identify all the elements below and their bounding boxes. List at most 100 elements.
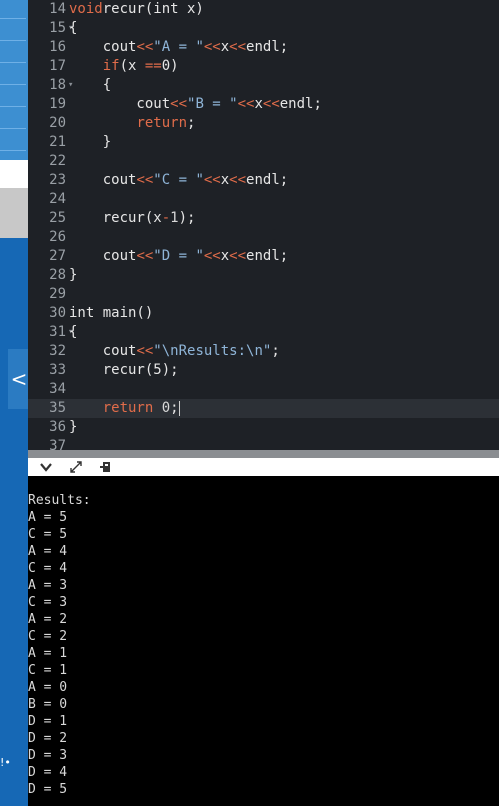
line-number: 26	[49, 229, 66, 245]
code-line[interactable]: 28}	[28, 266, 499, 285]
output-line: B = 0	[28, 697, 68, 712]
code-line[interactable]: 33 recur(5);	[28, 361, 499, 380]
output-line: C = 4	[28, 561, 68, 576]
code-line[interactable]: 37	[28, 437, 499, 450]
code-text: recur(5);	[69, 362, 179, 378]
output-line: D = 3	[28, 748, 68, 763]
code-line[interactable]: 15 ▾{	[28, 19, 499, 38]
line-number: 33	[49, 362, 66, 378]
line-number: 28	[49, 267, 66, 283]
output-line: A = 1	[28, 646, 68, 661]
line-number: 14	[49, 1, 66, 17]
code-text: voidrecur(int x)	[69, 1, 204, 17]
divider	[0, 40, 26, 41]
divider	[0, 128, 26, 129]
output-line: Results:	[28, 493, 91, 508]
code-text: {	[69, 324, 78, 340]
line-number: 17	[49, 58, 66, 74]
output-line: D = 1	[28, 714, 68, 729]
line-number: 37	[49, 438, 66, 450]
code-text: }	[69, 267, 78, 283]
line-number: 30	[49, 305, 66, 321]
panel-blue-block	[0, 238, 28, 806]
divider	[0, 62, 26, 63]
output-line: A = 0	[28, 680, 68, 695]
text-cursor	[178, 400, 180, 416]
output-line: A = 3	[28, 578, 68, 593]
line-number: 31	[49, 324, 66, 340]
code-line[interactable]: 30 int main()	[28, 304, 499, 323]
code-line[interactable]: 31 ▾{	[28, 323, 499, 342]
code-line[interactable]: 14 voidrecur(int x)	[28, 0, 499, 19]
line-number: 19	[49, 96, 66, 112]
code-line[interactable]: 22	[28, 152, 499, 171]
line-number: 20	[49, 115, 66, 131]
debug-icon[interactable]	[98, 460, 114, 474]
code-line[interactable]: 26	[28, 228, 499, 247]
line-number: 27	[49, 248, 66, 264]
collapse-panel-button[interactable]: <	[8, 349, 30, 409]
code-line[interactable]: 20 return;	[28, 114, 499, 133]
line-number: 18	[49, 77, 66, 93]
line-number: 29	[49, 286, 66, 302]
code-text: cout<<"B = "<<x<<endl;	[69, 96, 322, 112]
code-line[interactable]: 16 cout<<"A = "<<x<<endl;	[28, 38, 499, 57]
code-text: return;	[136, 115, 196, 131]
line-number: 35	[49, 400, 66, 416]
code-text: cout<<"D = "<<x<<endl;	[69, 248, 289, 264]
code-line[interactable]: 29	[28, 285, 499, 304]
output-line: C = 5	[28, 527, 68, 542]
code-text: cout<<"A = "<<x<<endl;	[69, 39, 289, 55]
code-line[interactable]: 18 ▾ {	[28, 76, 499, 95]
line-number: 32	[49, 343, 66, 359]
line-number: 34	[49, 381, 66, 397]
panel-gray-block	[0, 188, 28, 238]
code-line[interactable]: 27 cout<<"D = "<<x<<endl;	[28, 247, 499, 266]
code-text: recur(x-1);	[69, 210, 196, 226]
code-line[interactable]: 34	[28, 380, 499, 399]
divider	[0, 150, 26, 151]
line-number: 15	[49, 20, 66, 36]
divider	[0, 106, 26, 107]
code-line[interactable]: 35 return 0;	[28, 399, 499, 418]
panel-top-block	[0, 0, 28, 160]
code-text: cout<<"\nResults:\n";	[69, 343, 280, 359]
editor-scrollbar[interactable]	[28, 450, 499, 458]
output-line: C = 1	[28, 663, 68, 678]
output-line: D = 2	[28, 731, 68, 746]
line-number: 16	[49, 39, 66, 55]
code-text: if(x ==0)	[102, 58, 179, 74]
code-line[interactable]: 23 cout<<"C = "<<x<<endl;	[28, 171, 499, 190]
output-line: C = 2	[28, 629, 68, 644]
code-editor[interactable]: 14 voidrecur(int x) 15 ▾{16 cout<<"A = "<<x…	[28, 0, 499, 450]
output-line: D = 4	[28, 765, 68, 780]
code-text: return 0;	[102, 400, 180, 416]
output-line: A = 2	[28, 612, 68, 627]
output-line: C = 3	[28, 595, 68, 610]
output-line: D = 5	[28, 782, 68, 797]
code-line[interactable]: 36}	[28, 418, 499, 437]
chevron-down-icon[interactable]	[38, 460, 54, 474]
line-number: 23	[49, 172, 66, 188]
code-line[interactable]: 21 }	[28, 133, 499, 152]
code-line[interactable]: 32 cout<<"\nResults:\n";	[28, 342, 499, 361]
code-text: }	[69, 419, 78, 435]
line-number: 24	[49, 191, 66, 207]
code-line[interactable]: 24	[28, 190, 499, 209]
divider	[0, 84, 26, 85]
output-toolbar	[28, 458, 499, 476]
panel-white-block	[0, 160, 28, 188]
code-text: int main()	[69, 305, 154, 321]
expand-icon[interactable]	[68, 460, 84, 474]
code-line[interactable]: 19 cout<<"B = "<<x<<endl;	[28, 95, 499, 114]
code-text: {	[69, 20, 78, 36]
code-line[interactable]: 25 recur(x-1);	[28, 209, 499, 228]
code-text: {	[69, 77, 112, 93]
line-number: 22	[49, 153, 66, 169]
divider	[0, 18, 26, 19]
line-number: 25	[49, 210, 66, 226]
console-output: Results: A = 5 C = 5 A = 4 C = 4 A = 3 C = 3 A …	[28, 476, 499, 806]
line-number: 36	[49, 419, 66, 435]
code-text: cout<<"C = "<<x<<endl;	[69, 172, 289, 188]
code-line[interactable]: 17 if(x ==0)	[28, 57, 499, 76]
